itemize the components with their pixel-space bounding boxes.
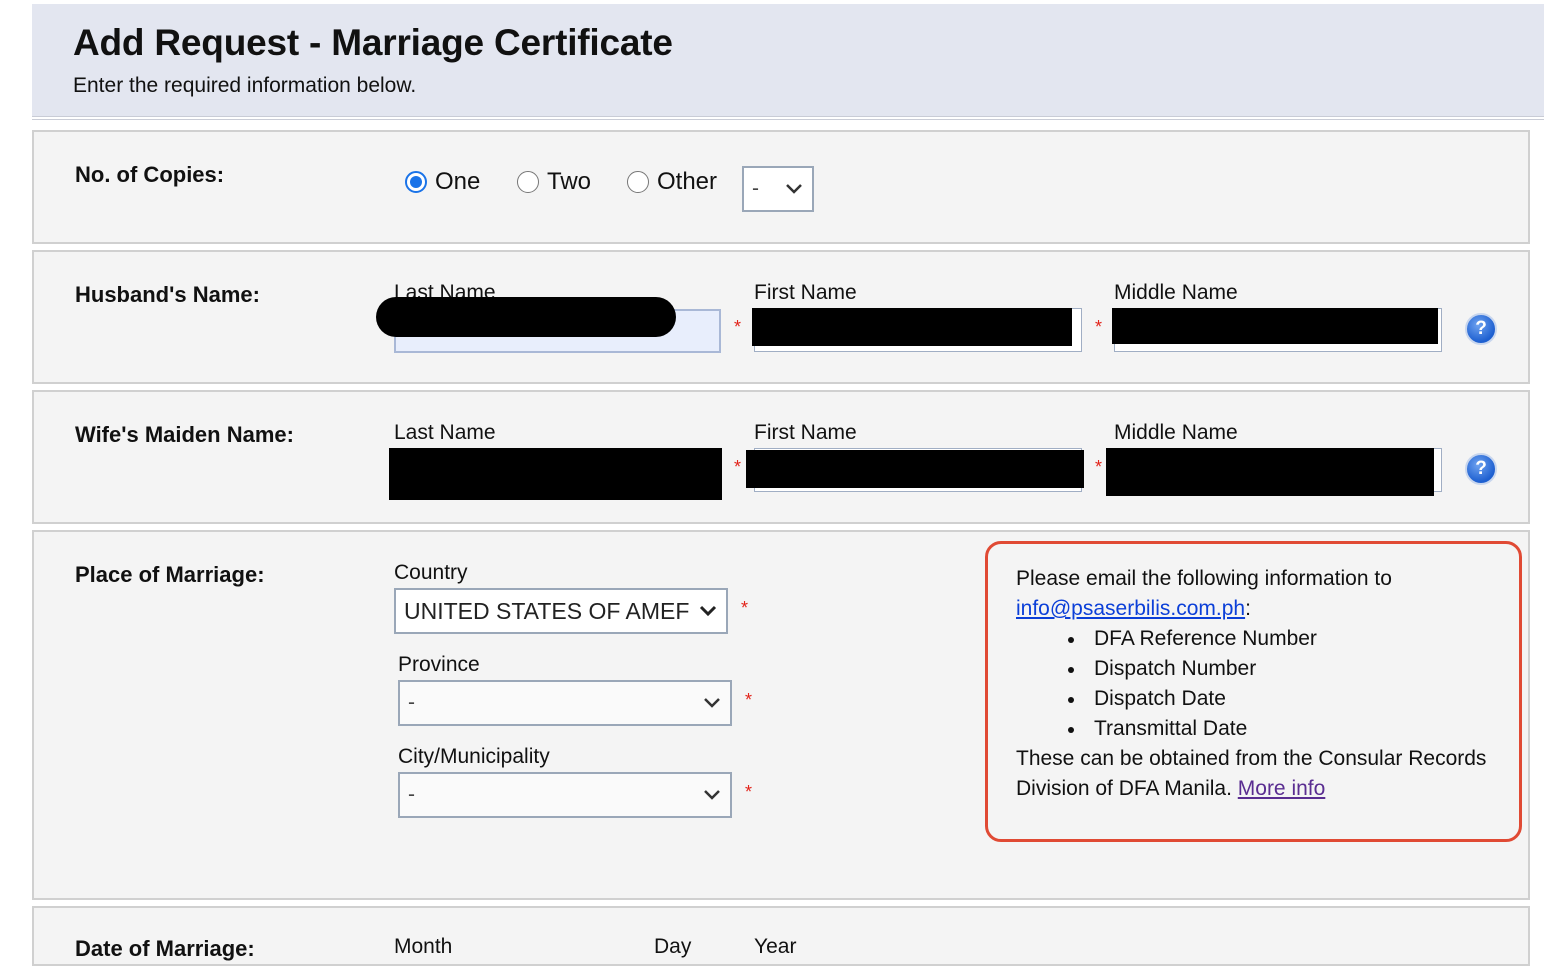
email-link[interactable]: info@psaserbilis.com.ph — [1016, 597, 1245, 620]
email-colon: : — [1245, 597, 1251, 620]
copies-label: No. of Copies: — [75, 162, 225, 187]
copies-other-select[interactable]: - — [742, 166, 814, 212]
copies-section: No. of Copies: One Two Other - — [32, 130, 1530, 244]
info-item: Transmittal Date — [1094, 717, 1248, 740]
help-icon[interactable]: ? — [1465, 453, 1497, 485]
province-select-value: - — [408, 691, 415, 714]
page-subtitle: Enter the required information below. — [73, 74, 417, 97]
chevron-down-icon — [704, 790, 720, 800]
husband-first-label: First Name — [754, 281, 857, 304]
radio-one-indicator[interactable] — [405, 171, 427, 193]
radio-one[interactable]: One — [405, 168, 480, 196]
redaction-mask — [752, 308, 1072, 346]
wife-first-label: First Name — [754, 421, 857, 444]
place-label: Place of Marriage: — [75, 562, 265, 587]
chevron-down-icon — [699, 605, 717, 617]
more-info-link[interactable]: More info — [1238, 777, 1326, 800]
month-label: Month — [394, 935, 453, 958]
husband-middle-label: Middle Name — [1114, 281, 1238, 304]
wife-section: Wife's Maiden Name: Last Name * First Na… — [32, 390, 1530, 524]
header-divider — [32, 119, 1544, 120]
husband-last-required: * — [734, 317, 742, 337]
wife-last-required: * — [734, 457, 742, 477]
info-line2-text: Division of DFA Manila. — [1016, 777, 1232, 800]
husband-first-required: * — [1095, 317, 1103, 337]
radio-other[interactable]: Other — [627, 168, 717, 196]
country-select-value: UNITED STATES OF AMEF — [404, 597, 690, 624]
chevron-down-icon — [704, 698, 720, 708]
info-item: Dispatch Date — [1094, 687, 1226, 710]
wife-last-label: Last Name — [394, 421, 496, 444]
redaction-mask — [746, 450, 1084, 488]
country-select[interactable]: UNITED STATES OF AMEF — [394, 588, 728, 634]
husband-label: Husband's Name: — [75, 282, 260, 307]
wife-first-required: * — [1095, 457, 1103, 477]
redaction-mask — [1106, 448, 1434, 496]
redaction-mask — [376, 297, 676, 337]
city-select-value: - — [408, 783, 415, 806]
bullet — [1068, 727, 1074, 733]
redaction-mask — [389, 448, 722, 500]
radio-one-label[interactable]: One — [435, 168, 480, 196]
city-label: City/Municipality — [398, 745, 550, 768]
province-required: * — [745, 690, 753, 710]
day-label: Day — [654, 935, 692, 958]
info-intro: Please email the following information t… — [1016, 567, 1392, 590]
country-label: Country — [394, 561, 468, 584]
help-icon[interactable]: ? — [1465, 313, 1497, 345]
info-email-line: info@psaserbilis.com.ph: — [1016, 597, 1251, 621]
radio-other-indicator[interactable] — [627, 171, 649, 193]
country-required: * — [741, 598, 749, 618]
wife-label: Wife's Maiden Name: — [75, 422, 294, 447]
info-item: Dispatch Number — [1094, 657, 1257, 680]
radio-two-indicator[interactable] — [517, 171, 539, 193]
chevron-down-icon — [786, 184, 802, 194]
province-select[interactable]: - — [398, 680, 732, 726]
wife-middle-label: Middle Name — [1114, 421, 1238, 444]
bullet — [1068, 697, 1074, 703]
info-line2: Division of DFA Manila. More info — [1016, 777, 1325, 801]
radio-two[interactable]: Two — [517, 168, 591, 196]
redaction-mask — [1112, 308, 1438, 344]
dfa-info-box: Please email the following information t… — [985, 541, 1522, 842]
city-select[interactable]: - — [398, 772, 732, 818]
year-label: Year — [754, 935, 797, 958]
copies-other-select-value: - — [752, 177, 759, 200]
info-line1: These can be obtained from the Consular … — [1016, 747, 1487, 770]
bullet — [1068, 667, 1074, 673]
page-header: Add Request - Marriage Certificate Enter… — [32, 4, 1544, 117]
date-label: Date of Marriage: — [75, 936, 255, 961]
page-title: Add Request - Marriage Certificate — [73, 22, 673, 63]
radio-other-label[interactable]: Other — [657, 168, 717, 196]
info-item: DFA Reference Number — [1094, 627, 1317, 650]
radio-two-label[interactable]: Two — [547, 168, 591, 196]
province-label: Province — [398, 653, 480, 676]
husband-section: Husband's Name: Last Name * First Name *… — [32, 250, 1530, 384]
city-required: * — [745, 782, 753, 802]
date-section: Date of Marriage: Month Day Year — [32, 906, 1530, 966]
bullet — [1068, 637, 1074, 643]
